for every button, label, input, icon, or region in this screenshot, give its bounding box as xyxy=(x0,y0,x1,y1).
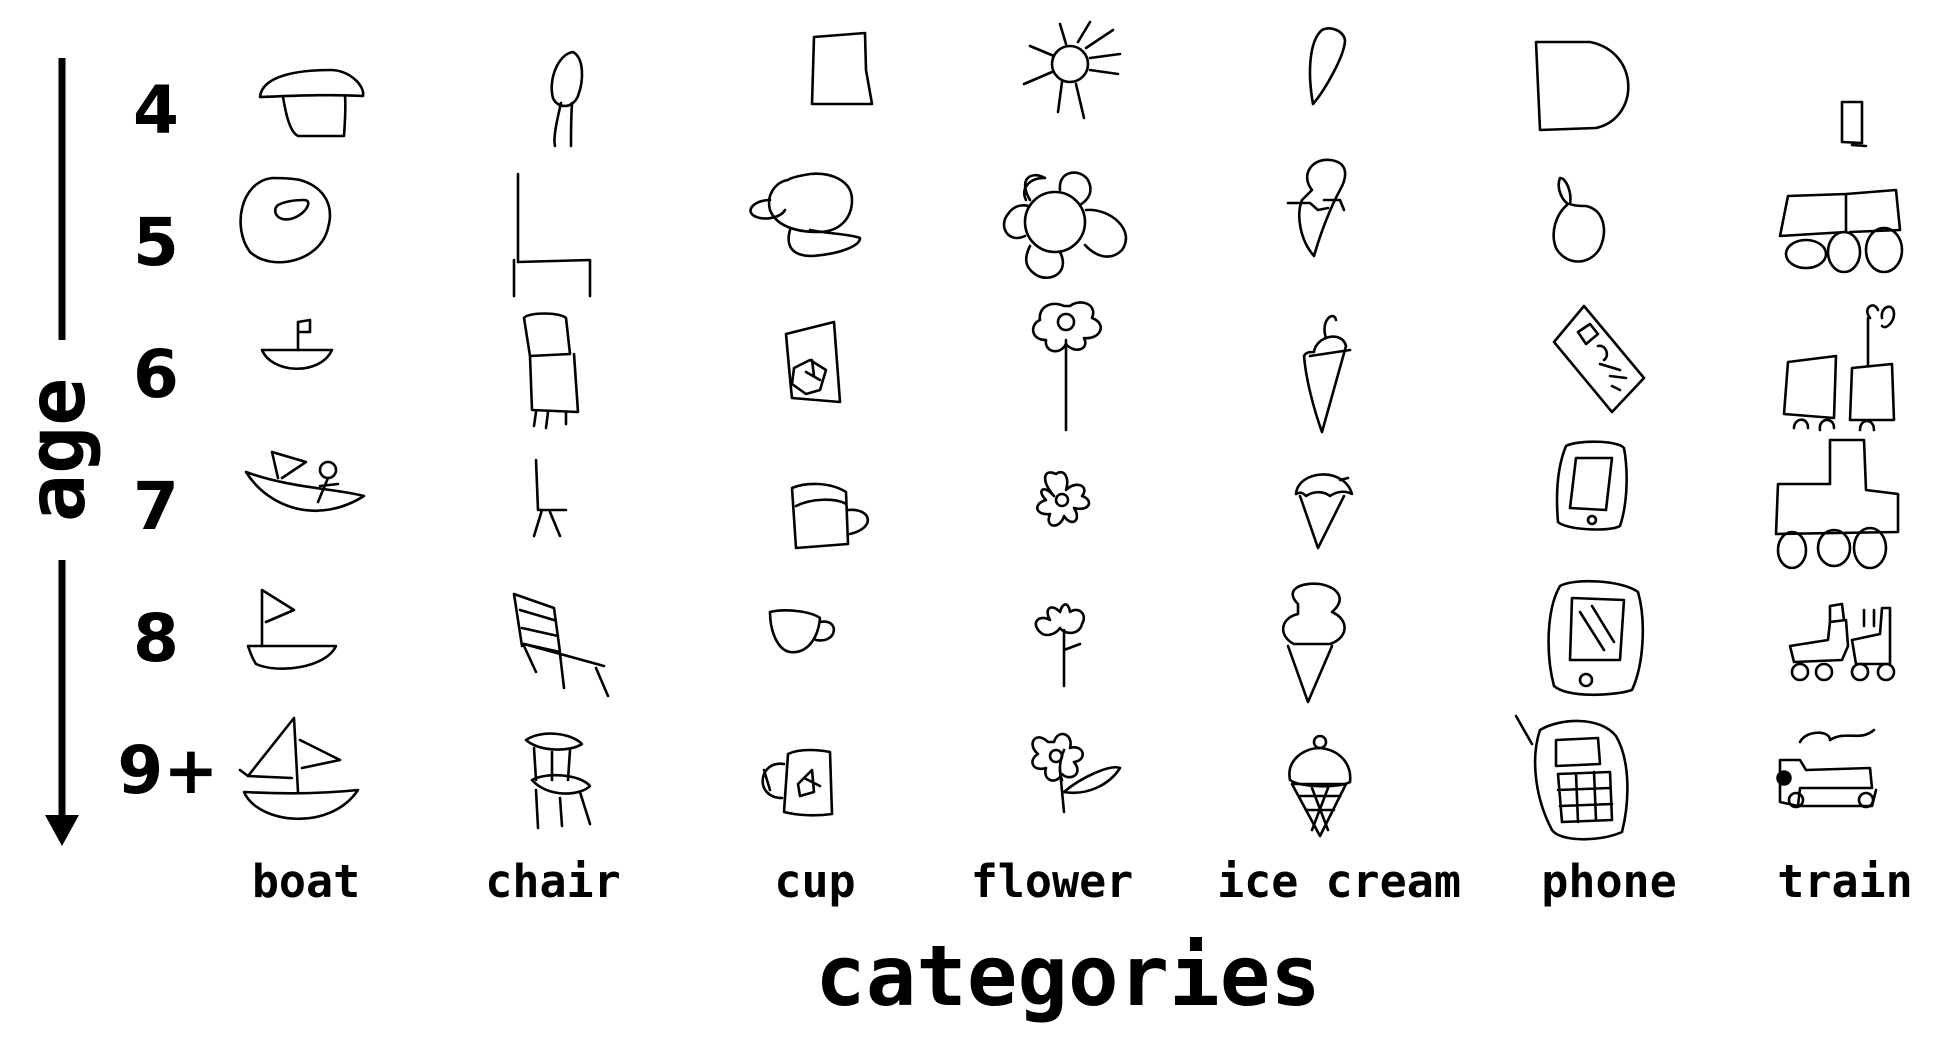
category-label-train: train xyxy=(1777,855,1912,908)
drawing-chair-age-7 xyxy=(532,458,568,538)
drawing-train-age-6 xyxy=(1782,304,1896,432)
drawing-train-age-9plus xyxy=(1776,728,1878,809)
drawing-ice-cream-age-8 xyxy=(1281,582,1346,704)
drawing-train-age-4 xyxy=(1840,100,1868,148)
drawing-cup-age-7 xyxy=(790,482,870,550)
drawing-phone-age-6 xyxy=(1552,304,1646,414)
category-label-ice-cream: ice cream xyxy=(1217,855,1461,908)
category-label-chair: chair xyxy=(485,855,620,908)
drawing-chair-age-9plus xyxy=(524,732,592,830)
drawing-ice-cream-age-6 xyxy=(1302,314,1352,434)
drawing-phone-age-5 xyxy=(1552,176,1606,263)
age-label-6: 6 xyxy=(133,336,179,413)
drawing-ice-cream-age-9plus xyxy=(1288,734,1352,838)
sketch-grid xyxy=(238,20,1904,841)
age-axis-arrowhead xyxy=(45,815,79,846)
age-labels: 4 5 6 7 8 9+ xyxy=(117,72,218,809)
drawing-flower-age-6 xyxy=(1031,301,1102,432)
age-label-8: 8 xyxy=(133,600,179,677)
drawing-train-age-7 xyxy=(1774,438,1900,570)
drawing-phone-age-4 xyxy=(1534,40,1630,132)
drawing-phone-age-9plus xyxy=(1514,714,1629,841)
drawing-grid-figure: age 4 5 6 7 8 9+ boat chair cup flower i… xyxy=(10,20,1913,1025)
drawing-flower-age-4 xyxy=(1022,20,1122,120)
drawing-boat-age-7 xyxy=(244,450,366,512)
category-label-boat: boat xyxy=(252,855,360,908)
drawing-flower-age-7 xyxy=(1036,470,1091,527)
categories-axis-title: categories xyxy=(815,927,1321,1025)
drawing-cup-age-9plus xyxy=(761,748,834,817)
category-label-flower: flower xyxy=(971,855,1134,908)
drawing-boat-age-9plus xyxy=(238,716,360,821)
drawing-flower-age-9plus xyxy=(1031,732,1122,814)
drawing-cup-age-5 xyxy=(749,172,862,258)
drawing-flower-age-8 xyxy=(1034,603,1086,688)
drawing-train-age-8 xyxy=(1788,602,1896,682)
drawing-boat-age-5 xyxy=(239,176,332,264)
drawing-phone-age-7 xyxy=(1555,440,1628,531)
age-axis-title: age xyxy=(10,378,103,523)
drawing-flower-age-5 xyxy=(1002,171,1128,279)
drawing-ice-cream-age-4 xyxy=(1308,27,1347,106)
drawing-boat-age-4 xyxy=(258,68,365,138)
age-label-7: 7 xyxy=(133,468,179,545)
age-label-9plus: 9+ xyxy=(117,732,218,809)
drawing-chair-age-4 xyxy=(550,50,584,148)
drawing-cup-age-4 xyxy=(810,31,874,106)
age-axis: age xyxy=(10,58,103,846)
age-label-5: 5 xyxy=(133,204,179,281)
drawing-phone-age-8 xyxy=(1547,579,1645,697)
drawing-cup-age-8 xyxy=(768,609,836,654)
drawing-chair-age-5 xyxy=(512,172,592,298)
drawing-train-age-5 xyxy=(1778,188,1904,274)
drawing-ice-cream-age-7 xyxy=(1294,473,1354,550)
category-labels: boat chair cup flower ice cream phone tr… xyxy=(252,855,1913,908)
drawing-boat-age-6 xyxy=(260,318,334,370)
drawing-ice-cream-age-5 xyxy=(1286,158,1347,258)
drawing-chair-age-8 xyxy=(512,592,610,698)
drawing-chair-age-6 xyxy=(522,312,580,430)
drawing-boat-age-8 xyxy=(246,588,338,670)
category-label-phone: phone xyxy=(1541,855,1676,908)
category-label-cup: cup xyxy=(774,855,855,908)
drawing-cup-age-6 xyxy=(784,320,842,404)
age-label-4: 4 xyxy=(133,72,179,149)
